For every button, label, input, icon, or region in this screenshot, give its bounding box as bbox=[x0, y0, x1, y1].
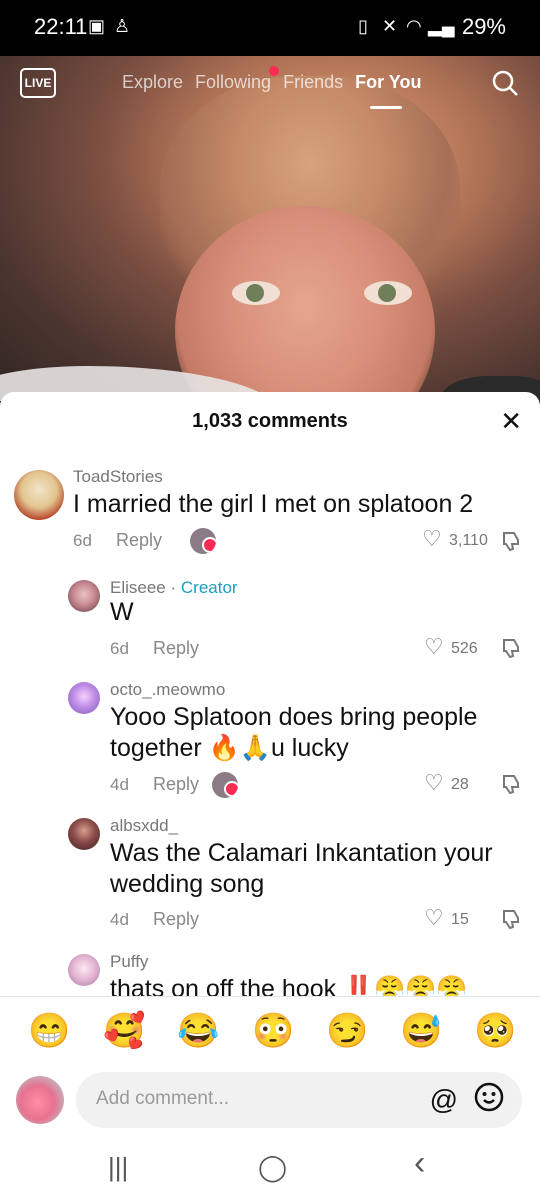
mute-icon: ✕ bbox=[382, 16, 398, 36]
feed-tabs: Explore Following Friends For You bbox=[122, 66, 421, 93]
comment-age: 6d bbox=[73, 531, 92, 550]
comment-username[interactable]: ToadStories bbox=[73, 467, 163, 487]
app-notification-icon: ♙ bbox=[114, 16, 131, 36]
comment-age: 4d bbox=[110, 910, 129, 929]
recents-icon[interactable]: ||| bbox=[108, 1152, 128, 1183]
gallery-notification-icon: ▣ bbox=[88, 16, 106, 36]
emoji-tears-of-joy[interactable]: 😂 bbox=[177, 1011, 219, 1051]
tab-for-you[interactable]: For You bbox=[355, 72, 421, 93]
comment-age: 4d bbox=[110, 775, 129, 794]
comment-text-line: Was the Calamari Inkantation your bbox=[110, 839, 493, 867]
active-tab-indicator bbox=[370, 106, 402, 109]
emoji-grin[interactable]: 😁 bbox=[28, 1011, 70, 1051]
dislike-icon[interactable] bbox=[500, 773, 522, 795]
emoji-smiling-hearts[interactable]: 🥰 bbox=[103, 1011, 145, 1051]
username-text: Eliseee bbox=[110, 578, 166, 597]
emoji-flushed[interactable]: 😳 bbox=[252, 1011, 294, 1051]
battery-saver-icon: ▯ bbox=[358, 16, 368, 36]
dislike-icon[interactable] bbox=[500, 908, 522, 930]
comment-username[interactable]: Puffy bbox=[110, 952, 148, 972]
status-bar: 22:11 ▣ ♙ ▯ ✕ ◠ ▂▄ 29% bbox=[0, 0, 540, 56]
like-count: 28 bbox=[451, 776, 469, 793]
reply-button[interactable]: Reply bbox=[153, 774, 199, 795]
live-tv-icon[interactable]: LIVE bbox=[20, 68, 56, 98]
system-navigation-bar: ||| ◯ ‹ bbox=[0, 1138, 540, 1200]
wifi-icon: ◠ bbox=[406, 16, 422, 36]
avatar[interactable] bbox=[68, 954, 100, 986]
dislike-icon[interactable] bbox=[500, 530, 522, 552]
comment-input-placeholder: Add comment... bbox=[96, 1088, 230, 1109]
home-icon[interactable]: ◯ bbox=[258, 1152, 287, 1183]
comment-username[interactable]: albsxdd_ bbox=[110, 816, 178, 836]
search-icon[interactable] bbox=[492, 70, 518, 96]
emoji-pleading[interactable]: 🥺 bbox=[474, 1011, 516, 1051]
status-time: 22:11 bbox=[34, 14, 88, 39]
reply-button[interactable]: Reply bbox=[153, 638, 199, 659]
my-avatar bbox=[16, 1076, 64, 1124]
reply-button[interactable]: Reply bbox=[116, 530, 162, 551]
comment-text-line: together 🔥🙏u lucky bbox=[110, 734, 349, 762]
creator-liked-avatar bbox=[212, 772, 238, 798]
comment-input[interactable]: Add comment... @ bbox=[76, 1072, 522, 1128]
video-eye-right bbox=[364, 281, 412, 305]
comments-count-title: 1,033 comments bbox=[192, 410, 348, 432]
comment-text-clip: thats on off the hook ‼️😤😤😤 bbox=[110, 974, 530, 996]
emoji-picker-icon[interactable] bbox=[474, 1082, 504, 1112]
like-heart-icon[interactable]: ♡ bbox=[424, 770, 444, 796]
avatar[interactable] bbox=[68, 818, 100, 850]
like-count: 526 bbox=[451, 640, 478, 657]
creator-badge: Creator bbox=[180, 578, 238, 597]
following-notification-dot bbox=[269, 66, 280, 76]
tab-friends[interactable]: Friends bbox=[283, 72, 343, 93]
emoji-smirk[interactable]: 😏 bbox=[326, 1011, 368, 1051]
reply-button[interactable]: Reply bbox=[153, 909, 199, 930]
comment-input-row: Add comment... @ bbox=[0, 1066, 540, 1138]
comment-age: 6d bbox=[110, 639, 129, 658]
like-count: 3,110 bbox=[449, 532, 488, 549]
like-count: 15 bbox=[451, 911, 469, 928]
creator-liked-avatar bbox=[190, 528, 216, 554]
signal-icon: ▂▄ bbox=[428, 16, 455, 36]
video-eye-left bbox=[232, 281, 280, 305]
avatar[interactable] bbox=[14, 470, 64, 520]
avatar[interactable] bbox=[68, 580, 100, 612]
like-heart-icon[interactable]: ♡ bbox=[424, 634, 444, 660]
comment-username[interactable]: Eliseee · Creator bbox=[110, 578, 238, 598]
comment-text: thats on off the hook ‼️😤😤😤 bbox=[110, 975, 468, 996]
tab-explore[interactable]: Explore bbox=[122, 72, 183, 93]
avatar[interactable] bbox=[68, 682, 100, 714]
emoji-quick-bar: 😁 🥰 😂 😳 😏 😅 🥺 bbox=[0, 996, 540, 1067]
comment-text-line: Yooo Splatoon does bring people bbox=[110, 703, 478, 731]
mention-at-icon[interactable]: @ bbox=[430, 1084, 458, 1116]
comment-text: I married the girl I met on splatoon 2 bbox=[73, 490, 474, 518]
comment-username[interactable]: octo_.meowmo bbox=[110, 680, 225, 700]
like-heart-icon[interactable]: ♡ bbox=[424, 905, 444, 931]
comment-text: W bbox=[110, 598, 134, 626]
close-icon[interactable]: ✕ bbox=[500, 406, 522, 437]
top-navigation: LIVE Explore Following Friends For You bbox=[0, 60, 540, 110]
emoji-sweat-smile[interactable]: 😅 bbox=[400, 1011, 442, 1051]
like-heart-icon[interactable]: ♡ bbox=[422, 526, 442, 552]
comment-text-line: wedding song bbox=[110, 870, 265, 898]
tab-following[interactable]: Following bbox=[195, 66, 280, 93]
back-icon[interactable]: ‹ bbox=[414, 1144, 425, 1183]
dislike-icon[interactable] bbox=[500, 637, 522, 659]
tab-following-label: Following bbox=[195, 72, 272, 92]
battery-level: 29% bbox=[461, 14, 506, 39]
